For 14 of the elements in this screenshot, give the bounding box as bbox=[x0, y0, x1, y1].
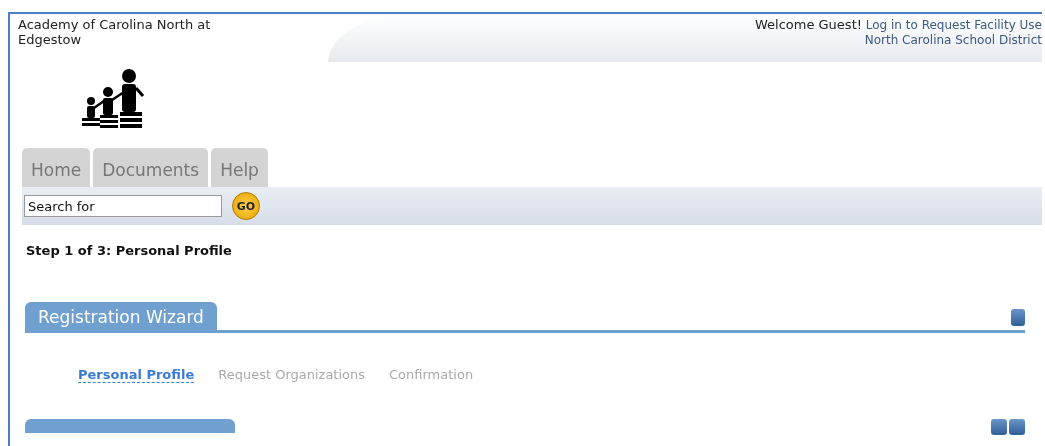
school-name: Academy of Carolina North at Edgestow bbox=[17, 16, 212, 49]
login-link[interactable]: Log in to Request Facility Use bbox=[865, 18, 1042, 32]
wizard-step[interactable]: Personal Profile bbox=[78, 367, 195, 383]
welcome-text: Welcome Guest! bbox=[754, 17, 862, 32]
go-button[interactable]: GO bbox=[232, 192, 260, 220]
step-title: Step 1 of 3: Personal Profile bbox=[25, 242, 233, 258]
search-field[interactable]: Search for bbox=[24, 195, 222, 217]
wizard-step[interactable]: Confirmation bbox=[389, 367, 474, 383]
nav-tab[interactable]: Home bbox=[22, 148, 91, 187]
nav-tab[interactable]: Help bbox=[211, 148, 268, 187]
wizard-title: Registration Wizard bbox=[25, 302, 217, 330]
nav-tab[interactable]: Documents bbox=[93, 148, 209, 187]
wizard-step[interactable]: Request Organizations bbox=[218, 367, 366, 383]
district-name: North Carolina School District bbox=[864, 33, 1042, 47]
